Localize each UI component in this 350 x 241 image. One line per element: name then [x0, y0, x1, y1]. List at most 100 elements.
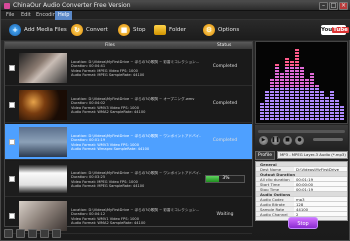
file-row[interactable]: Location: D:\Videos\MyFirstDrive ~ ほらの?の… — [5, 50, 252, 86]
spectrum-bar-segment — [290, 88, 294, 90]
spectrum-bar-segment — [295, 79, 299, 81]
spectrum-bar-segment — [320, 112, 324, 114]
spectrum-bar-segment — [295, 106, 299, 108]
spectrum-bar-segment — [310, 97, 314, 99]
convert-label: Convert — [86, 27, 108, 33]
volume-slider[interactable] — [313, 138, 343, 141]
youtube-button[interactable]: YouTube — [321, 25, 349, 35]
remove-button[interactable] — [16, 229, 25, 238]
spectrum-bar-segment — [270, 88, 274, 90]
file-row-selected[interactable]: Location: D:\Videos\MyFirstDrive ~ ほらの?の… — [5, 124, 252, 160]
clear-button[interactable] — [28, 229, 37, 238]
spectrum-bar-segment — [285, 94, 289, 96]
play-icon[interactable]: ▶ — [259, 136, 268, 145]
stop-playback-icon[interactable]: ■ — [283, 136, 292, 145]
video-thumbnail — [19, 164, 67, 194]
seek-bar[interactable] — [258, 130, 345, 133]
spectrum-bar-segment — [320, 106, 324, 108]
spectrum-bar-segment — [280, 94, 284, 96]
spectrum-bar-segment — [300, 109, 304, 111]
spectrum-bar-segment — [285, 73, 289, 75]
menu-help[interactable]: Help — [55, 11, 73, 20]
stop-button[interactable]: Stop — [288, 217, 318, 229]
spectrum-bar-segment — [275, 112, 279, 114]
spectrum-bar-segment — [300, 76, 304, 78]
spectrum-bar-segment — [300, 115, 304, 117]
profile-select[interactable]: MP3 - MPEG Layer-3 Audio (*.mp3) — [277, 151, 348, 159]
spectrum-bar-segment — [305, 79, 309, 81]
spectrum-bar-segment — [310, 91, 314, 93]
audio-format: Audio Format: MPEG SampleRate: 44100 — [71, 73, 145, 78]
spectrum-bar-segment — [310, 76, 314, 78]
row-checkbox[interactable] — [9, 102, 15, 108]
close-button[interactable]: × — [339, 2, 348, 10]
pause-icon[interactable]: ❚❚ — [271, 136, 280, 145]
spectrum-bar-segment — [285, 109, 289, 111]
spectrum-bar-segment — [295, 64, 299, 66]
status-column-header[interactable]: Status — [217, 42, 231, 49]
spectrum-bar-segment — [270, 100, 274, 102]
folder-button[interactable]: Folder — [154, 23, 186, 37]
spectrum-bar-segment — [270, 112, 274, 114]
spectrum-bar-segment — [265, 100, 269, 102]
file-info: Location: D:\Videos\MyFirstDrive ~ ほらの?の… — [71, 208, 201, 226]
spectrum-bar-segment — [280, 73, 284, 75]
menu-file[interactable]: File — [3, 11, 17, 20]
menu-edit[interactable]: Edit — [18, 11, 34, 20]
app-window: ChinaOur Audio Converter Free Version – … — [0, 0, 350, 241]
file-row[interactable]: Location: D:\Videos\MyFirstDrive ~ ほらの?の… — [5, 161, 252, 197]
row-checkbox[interactable] — [9, 176, 15, 182]
spectrum-bar-segment — [290, 118, 294, 120]
move-up-button[interactable] — [40, 229, 49, 238]
minimize-button[interactable]: – — [319, 2, 328, 10]
select-all-button[interactable] — [4, 229, 13, 238]
spectrum-bar-segment — [265, 115, 269, 117]
file-list[interactable]: Files Status Location: D:\Videos\MyFirst… — [4, 41, 253, 234]
convert-button[interactable]: ↻ Convert — [71, 23, 108, 37]
properties-grid[interactable]: General Dest Name D:\Videos\MyFirstDrive … — [255, 161, 348, 221]
spectrum-bar-segment — [300, 100, 304, 102]
spectrum-bar-segment — [275, 85, 279, 87]
spectrum-bar-segment — [315, 100, 319, 102]
spectrum-bar-segment — [325, 118, 329, 120]
row-checkbox[interactable] — [9, 213, 15, 219]
spectrum-bar-segment — [315, 106, 319, 108]
spectrum-bar-segment — [290, 112, 294, 114]
spectrum-bar-segment — [295, 109, 299, 111]
spectrum-bar-segment — [280, 76, 284, 78]
spectrum-bar-segment — [290, 76, 294, 78]
file-info: Location: D:\Videos\MyFirstDrive ~ ほらの?の… — [71, 60, 201, 78]
spectrum-bar-segment — [295, 94, 299, 96]
spectrum-bar-segment — [290, 115, 294, 117]
status-text: Completed — [212, 101, 238, 106]
files-column-header[interactable]: Files — [105, 42, 115, 49]
options-button[interactable]: ⚙ Options — [203, 23, 239, 37]
spectrum-bar-segment — [300, 94, 304, 96]
spectrum-bar-segment — [320, 115, 324, 117]
spectrum-bar-segment — [300, 112, 304, 114]
status-text: Completed — [212, 138, 238, 143]
file-row[interactable]: Location: D:\Videos\MyFirstDrive ~ ほらの?の… — [5, 87, 252, 123]
folder-label: Folder — [169, 27, 186, 33]
spectrum-bar-segment — [285, 112, 289, 114]
snapshot-icon[interactable]: ● — [295, 136, 304, 145]
row-checkbox[interactable] — [9, 139, 15, 145]
spectrum-bar-segment — [295, 55, 299, 57]
spectrum-bar-segment — [335, 118, 339, 120]
spectrum-bar-segment — [305, 112, 309, 114]
spectrum-bar-segment — [285, 85, 289, 87]
maximize-button[interactable]: □ — [329, 2, 338, 10]
spectrum-bar-segment — [295, 49, 299, 51]
youtube-tube-text: Tube — [332, 27, 349, 33]
spectrum-bar-segment — [310, 109, 314, 111]
move-down-button[interactable] — [52, 229, 61, 238]
spectrum-bar-segment — [320, 100, 324, 102]
stop-toolbar-button[interactable]: ■ Stop — [118, 23, 146, 37]
spectrum-bar-segment — [330, 94, 334, 96]
spectrum-bar-segment — [300, 70, 304, 72]
playback-buttons: ▶ ❚❚ ■ ● — [259, 136, 304, 145]
spectrum-bar-segment — [330, 112, 334, 114]
row-checkbox[interactable] — [9, 65, 15, 71]
spectrum-bar-segment — [325, 109, 329, 111]
add-media-files-button[interactable]: + Add Media Files — [9, 23, 67, 37]
